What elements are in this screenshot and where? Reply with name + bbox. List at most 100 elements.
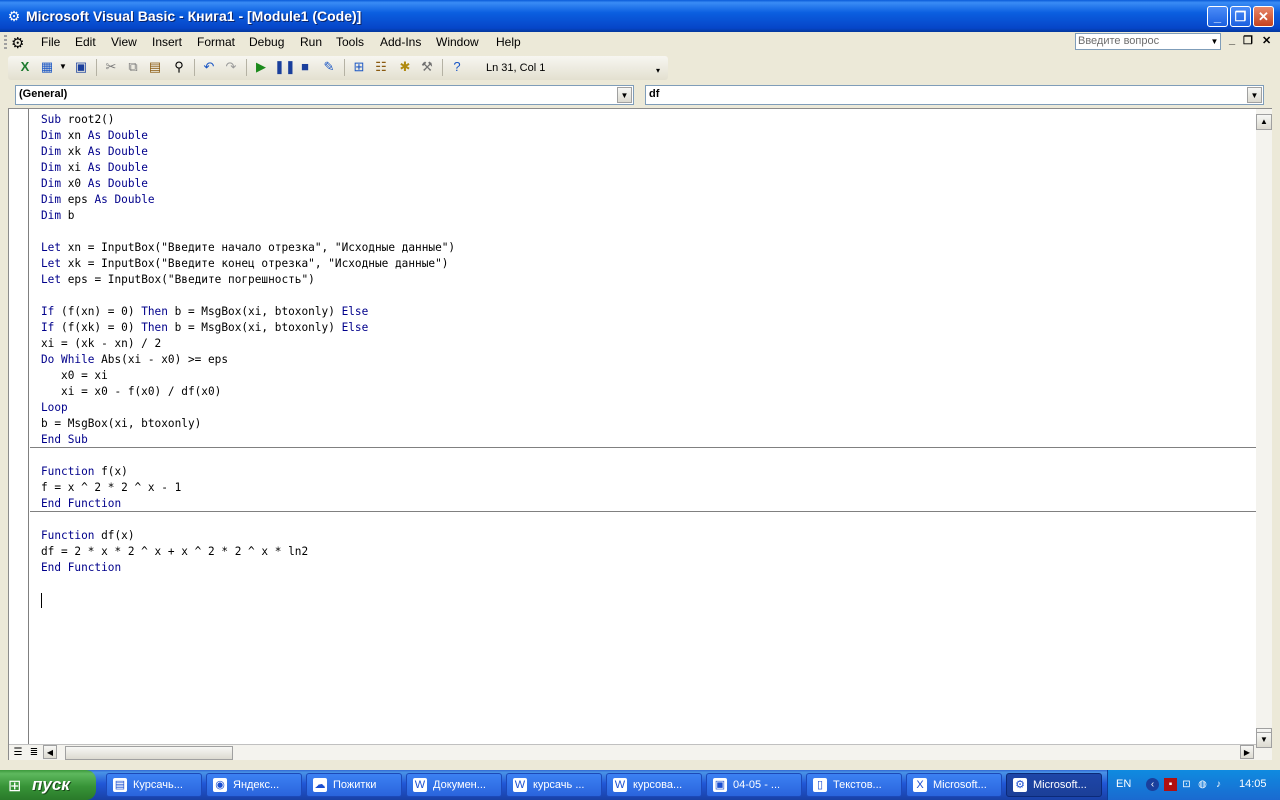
object-combo[interactable]: (General) ▼ — [15, 85, 634, 105]
menu-debug[interactable]: Debug — [249, 35, 284, 49]
code-line: Function df(x) — [41, 528, 455, 544]
vertical-scrollbar[interactable]: ▲ ▼ — [1256, 109, 1272, 744]
taskbar-button[interactable]: Wкурсачь ... — [506, 773, 602, 797]
reset-icon[interactable]: ■ — [296, 58, 314, 76]
menu-insert[interactable]: Insert — [152, 35, 182, 49]
help-question-input[interactable]: Введите вопрос — [1075, 33, 1221, 50]
menu-grip[interactable] — [4, 35, 7, 51]
menu-run[interactable]: Run — [300, 35, 322, 49]
code-text: xk = InputBox("Введите конец отрезка", "… — [61, 257, 449, 270]
toolbox-icon[interactable]: ⚒ — [418, 58, 436, 76]
break-icon[interactable]: ❚❚ — [274, 58, 296, 76]
minimize-button[interactable]: _ — [1207, 6, 1228, 27]
menu-add-ins[interactable]: Add-Ins — [380, 35, 421, 49]
horizontal-scroll-thumb[interactable] — [65, 746, 233, 760]
design-mode-icon[interactable]: ✎ — [320, 58, 338, 76]
full-module-view-icon[interactable]: ≣ — [27, 746, 41, 760]
close-button[interactable]: ✕ — [1253, 6, 1274, 27]
scroll-up-icon[interactable]: ▲ — [1256, 114, 1272, 130]
redo-icon[interactable]: ↷ — [222, 58, 240, 76]
code-line: Let eps = InputBox("Введите погрешность"… — [41, 272, 455, 288]
volume-icon[interactable]: ♪ — [1212, 778, 1225, 791]
copy-icon[interactable]: ⧉ — [124, 58, 142, 76]
taskbar-button[interactable]: X Microsoft... — [906, 773, 1002, 797]
taskbar-button-label: Яндекс... — [233, 779, 280, 791]
app-icon: ☁ — [313, 778, 327, 792]
word-icon: W — [513, 778, 527, 792]
code-keyword: Function — [41, 529, 95, 542]
code-combo-row: (General) ▼ df ▼ — [0, 82, 1280, 108]
network-icon[interactable]: ⊡ — [1180, 778, 1193, 791]
excel-icon[interactable]: X — [16, 58, 34, 76]
mdi-restore-button[interactable]: ❐ — [1243, 34, 1253, 47]
code-keyword: Loop — [41, 401, 68, 414]
code-keyword: Double — [107, 161, 148, 174]
window-title: Microsoft Visual Basic - Книга1 - [Modul… — [26, 8, 362, 24]
properties-icon[interactable]: ☷ — [372, 58, 390, 76]
tray-app-icon[interactable]: ▪ — [1164, 778, 1177, 791]
taskbar-button[interactable]: ▣ 04-05 - ... — [706, 773, 802, 797]
taskbar-button[interactable]: ▯ Текстов... — [806, 773, 902, 797]
language-indicator[interactable]: EN — [1116, 778, 1131, 790]
find-icon[interactable]: ⚲ — [170, 58, 188, 76]
procedure-combo[interactable]: df ▼ — [645, 85, 1264, 105]
menu-window[interactable]: Window — [436, 35, 479, 49]
chevron-down-icon[interactable]: ▼ — [1247, 87, 1262, 103]
scroll-left-icon[interactable]: ◀ — [43, 745, 57, 759]
menu-help[interactable]: Help — [496, 35, 521, 49]
mdi-minimize-button[interactable]: _ — [1229, 34, 1235, 46]
code-keyword: Let — [41, 241, 62, 254]
undo-icon[interactable]: ↶ — [200, 58, 218, 76]
project-explorer-icon[interactable]: ⊞ — [350, 58, 368, 76]
code-text: df(x) — [94, 529, 135, 542]
chevron-down-icon[interactable]: ▼ — [1209, 34, 1220, 49]
document-icon[interactable]: ⚙ — [11, 34, 24, 52]
taskbar-button[interactable]: ◉ Яндекс... — [206, 773, 302, 797]
clock[interactable]: 14:05 — [1239, 778, 1267, 790]
menu-tools[interactable]: Tools — [336, 35, 364, 49]
procedure-view-icon[interactable]: ☰ — [11, 746, 25, 760]
paste-icon[interactable]: ▤ — [146, 58, 164, 76]
code-keyword: As — [87, 177, 102, 190]
horizontal-scrollbar[interactable]: ☰ ≣ ◀ ▶ — [9, 744, 1272, 760]
title-bar: ⚙ Microsoft Visual Basic - Книга1 - [Mod… — [0, 0, 1280, 32]
taskbar-button[interactable]: Wкурсова... — [606, 773, 702, 797]
chevron-left-icon[interactable]: ‹ — [1146, 778, 1159, 791]
toolbar-separator — [246, 59, 247, 76]
toolbar-separator — [194, 59, 195, 76]
menu-format[interactable]: Format — [197, 35, 235, 49]
code-text: xi = (xk - xn) / 2 — [41, 337, 162, 350]
menu-edit[interactable]: Edit — [75, 35, 96, 49]
save-icon[interactable]: ▣ — [72, 58, 90, 76]
run-icon[interactable]: ▶ — [252, 58, 270, 76]
code-editor[interactable]: Sub root2() Dim xn As Double Dim xk As Dou… — [41, 112, 455, 576]
taskbar-button[interactable]: W Докумен... — [406, 773, 502, 797]
help-icon[interactable]: ? — [448, 58, 466, 76]
vba-app-icon[interactable]: ⚙ — [6, 8, 22, 24]
start-button[interactable]: ⊞ пуск — [0, 770, 96, 800]
scroll-down-icon[interactable]: ▼ — [1256, 732, 1272, 748]
menu-file[interactable]: File — [41, 35, 60, 49]
code-keyword: Dim — [41, 161, 62, 174]
mdi-close-button[interactable]: ✕ — [1262, 34, 1271, 47]
chevron-down-icon[interactable]: ▼ — [54, 58, 72, 76]
antivirus-icon[interactable]: ◍ — [1196, 778, 1209, 791]
scroll-right-icon[interactable]: ▶ — [1240, 745, 1254, 759]
toolbar-separator — [442, 59, 443, 76]
margin-indicator-bar[interactable] — [9, 109, 29, 744]
restore-button[interactable]: ❐ — [1230, 6, 1251, 27]
menu-view[interactable]: View — [111, 35, 137, 49]
taskbar-button[interactable]: ▤ Курсачь... — [106, 773, 202, 797]
chevron-down-icon[interactable]: ▼ — [617, 87, 632, 103]
object-browser-icon[interactable]: ✱ — [396, 58, 414, 76]
code-window[interactable]: Sub root2() Dim xn As Double Dim xk As Dou… — [8, 108, 1272, 760]
cut-icon[interactable]: ✂ — [102, 58, 120, 76]
code-keyword: As — [94, 193, 108, 206]
taskbar-button-label: Докумен... — [433, 779, 486, 791]
taskbar-button[interactable]: ☁ Пожитки — [306, 773, 402, 797]
code-line: If (f(xn) = 0) Then b = MsgBox(xi, btoxo… — [41, 304, 455, 320]
taskbar-button[interactable]: ⚙ Microsoft... — [1006, 773, 1102, 797]
toolbar-options-icon[interactable]: ▾ — [656, 66, 660, 75]
